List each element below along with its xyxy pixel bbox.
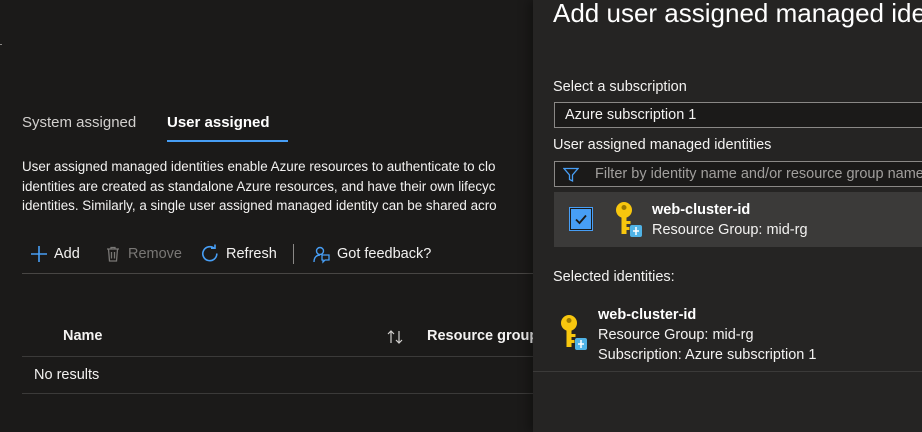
feedback-icon xyxy=(313,246,330,264)
feedback-label: Got feedback? xyxy=(337,246,432,262)
identity-name: web-cluster-id xyxy=(652,202,751,218)
table-row: No results xyxy=(22,357,533,394)
add-identity-panel: Add user assigned managed identity Selec… xyxy=(533,0,922,432)
identity-filter-input[interactable] xyxy=(595,164,922,184)
selected-identities-label: Selected identities: xyxy=(553,269,675,285)
remove-button[interactable]: Remove xyxy=(104,240,182,268)
tab-user-assigned[interactable]: User assigned xyxy=(167,114,270,131)
panel-title: Add user assigned managed identity xyxy=(553,0,922,28)
description-line: identities are created as standalone Azu… xyxy=(22,178,496,194)
remove-label: Remove xyxy=(128,246,182,262)
selected-identity-name: web-cluster-id xyxy=(598,307,697,323)
description-line: User assigned managed identities enable … xyxy=(22,159,496,174)
selected-identity-subscription: Subscription: Azure subscription 1 xyxy=(598,347,817,363)
identity-resource-group: Resource Group: mid-rg xyxy=(652,222,808,238)
description-text: User assigned managed identities enable … xyxy=(22,157,533,216)
refresh-button[interactable]: Refresh xyxy=(200,240,277,268)
toolbar-divider xyxy=(293,244,294,264)
sort-icon[interactable] xyxy=(386,328,404,346)
identities-label: User assigned managed identities xyxy=(553,137,772,153)
selected-identity-item: web-cluster-id Resource Group: mid-rg Su… xyxy=(533,300,922,372)
checkmark-icon xyxy=(575,214,587,225)
edge-tick xyxy=(0,44,2,45)
command-bar: Add Remove Refresh Got feedback? xyxy=(22,240,533,268)
subscription-dropdown[interactable]: Azure subscription 1 xyxy=(554,102,922,128)
subscription-label: Select a subscription xyxy=(553,79,687,95)
plus-icon xyxy=(31,246,47,262)
managed-identity-icon xyxy=(561,315,587,350)
identity-filter xyxy=(554,161,922,187)
column-resource-group[interactable]: Resource group xyxy=(427,328,533,344)
column-name[interactable]: Name xyxy=(63,328,103,344)
refresh-icon xyxy=(202,244,218,262)
managed-identity-icon xyxy=(616,202,642,237)
identity-list-item[interactable]: web-cluster-id Resource Group: mid-rg xyxy=(554,192,922,247)
add-button[interactable]: Add xyxy=(30,240,80,268)
subscription-value: Azure subscription 1 xyxy=(565,107,697,123)
command-bar-divider xyxy=(22,273,533,274)
trash-icon xyxy=(107,246,119,262)
refresh-label: Refresh xyxy=(226,246,277,262)
tab-system-assigned[interactable]: System assigned xyxy=(22,114,136,131)
feedback-button[interactable]: Got feedback? xyxy=(311,240,431,268)
identity-blade: System assigned User assigned User assig… xyxy=(0,0,533,432)
filter-icon xyxy=(563,167,579,183)
description-line: identities. Similarly, a single user ass… xyxy=(22,198,497,213)
identity-checkbox[interactable] xyxy=(570,208,592,230)
add-label: Add xyxy=(54,246,80,262)
selected-identity-resource-group: Resource Group: mid-rg xyxy=(598,327,754,343)
tab-selected-indicator xyxy=(167,140,288,142)
no-results-text: No results xyxy=(34,367,100,383)
grid-header: Name Resource group xyxy=(22,318,533,357)
